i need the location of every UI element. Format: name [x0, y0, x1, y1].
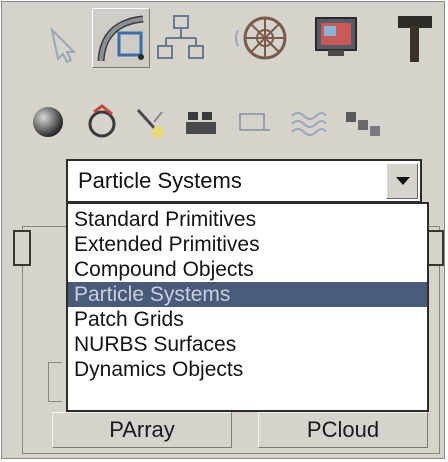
dropdown-option[interactable]: Dynamics Objects: [68, 357, 427, 382]
hierarchy-icon[interactable]: [152, 8, 210, 68]
display-monitor-icon[interactable]: [308, 8, 366, 68]
utilities-hammer-icon[interactable]: [382, 8, 440, 68]
geometry-sphere-icon[interactable]: [28, 102, 68, 142]
rollout-bracket: [48, 362, 62, 402]
chevron-down-icon: [396, 177, 410, 185]
select-arrow-icon[interactable]: [34, 8, 92, 68]
dropdown-list: Standard Primitives Extended Primitives …: [66, 202, 429, 412]
dropdown-option-selected[interactable]: Particle Systems: [68, 282, 427, 307]
space-warps-icon[interactable]: [288, 102, 328, 142]
helpers-icon[interactable]: [234, 102, 274, 142]
rollout-collapse-button[interactable]: [13, 230, 31, 266]
motion-wheel-icon[interactable]: [232, 8, 290, 68]
parray-button[interactable]: PArray: [52, 412, 232, 448]
dropdown-option[interactable]: Patch Grids: [68, 307, 427, 332]
dropdown-option[interactable]: Standard Primitives: [68, 207, 427, 232]
dropdown-option[interactable]: Compound Objects: [68, 257, 427, 282]
dropdown-option[interactable]: Extended Primitives: [68, 232, 427, 257]
dropdown-option[interactable]: NURBS Surfaces: [68, 332, 427, 357]
dropdown-selected-value: Particle Systems: [78, 168, 242, 193]
command-panel: PArray PCloud Particle Systems Standard …: [1, 1, 445, 459]
systems-icon[interactable]: [342, 102, 382, 142]
cameras-icon[interactable]: [182, 102, 222, 142]
pcloud-button[interactable]: PCloud: [258, 412, 428, 448]
shapes-icon[interactable]: [82, 102, 122, 142]
dropdown-arrow-button[interactable]: [386, 163, 418, 199]
category-dropdown[interactable]: Particle Systems: [66, 159, 422, 203]
create-curve-icon[interactable]: [92, 8, 150, 68]
lights-icon[interactable]: [132, 102, 172, 142]
